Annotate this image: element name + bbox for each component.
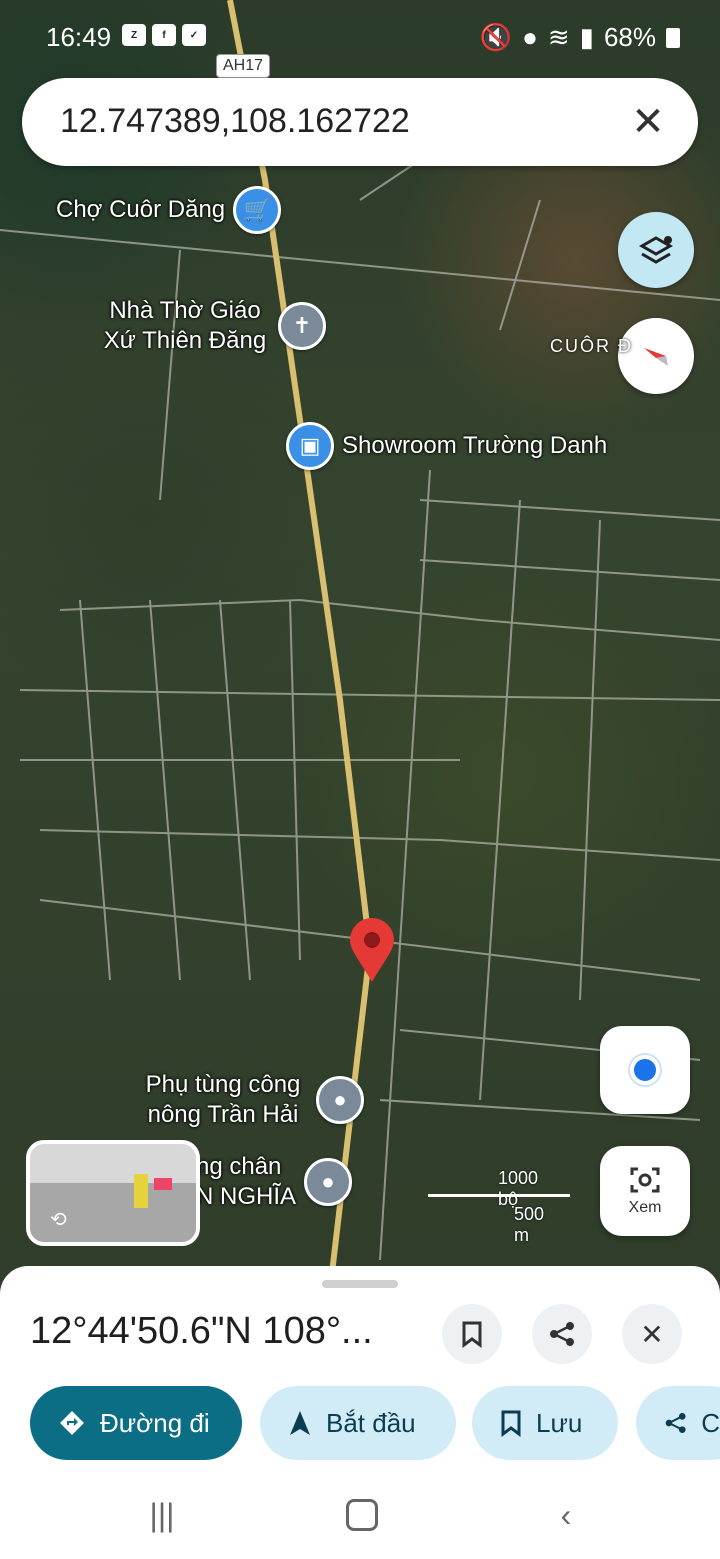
highway-shield: AH17 (216, 54, 271, 78)
mute-icon: 🔇 (479, 22, 513, 52)
cart-icon: 🛒 (233, 186, 282, 234)
layers-button[interactable] (618, 212, 694, 288)
save-button[interactable]: Lưu (472, 1386, 618, 1460)
my-location-icon (630, 1055, 660, 1085)
poi-nha-tho[interactable]: Nhà Thờ Giáo Xứ Thiên Đăng ✝ (100, 296, 326, 356)
home-icon (346, 1499, 378, 1531)
status-time: 16:49 (46, 22, 112, 52)
share-icon (550, 1322, 574, 1346)
location-icon: ● (522, 22, 538, 52)
poi-label: Nhà Thờ Giáo Xứ Thiên Đăng (103, 297, 267, 354)
close-icon: ✕ (640, 1318, 664, 1350)
battery-icon (666, 27, 680, 48)
share-chip[interactable]: C (636, 1386, 720, 1460)
notification-icons: Z f ✓ (122, 24, 206, 46)
scale-line (428, 1194, 570, 1197)
thumbnail-door (134, 1174, 148, 1208)
share-label: C (701, 1407, 720, 1438)
scale-metric: 500 m (514, 1204, 545, 1245)
dropped-pin-icon[interactable] (348, 918, 396, 989)
recent-apps-button[interactable]: ||| (132, 1492, 192, 1538)
start-button[interactable]: Bắt đầu (260, 1386, 456, 1460)
system-nav-bar: ||| ‹ (0, 1470, 720, 1559)
close-sheet-button[interactable]: ✕ (622, 1304, 682, 1364)
system-icons: 🔇 ● ≋ ▮ 68% (480, 22, 680, 53)
directions-label: Đường đi (100, 1407, 210, 1438)
search-input[interactable]: 12.747389,108.162722 (60, 102, 410, 141)
camera-icon (630, 1167, 660, 1193)
poi-showroom[interactable]: ▣ Showroom Trường Danh (286, 422, 607, 470)
share-button[interactable] (532, 1304, 592, 1364)
bookmark-icon (462, 1321, 482, 1348)
lens-label: Xem (628, 1199, 662, 1216)
poi-phu-tung[interactable]: Phụ tùng công nông Trần Hải ● (138, 1070, 364, 1130)
check-icon: ✓ (182, 24, 206, 46)
start-label: Bắt đầu (326, 1407, 416, 1438)
compass-icon (644, 348, 668, 366)
lens-button[interactable]: Xem (600, 1146, 690, 1236)
directions-button[interactable]: Đường đi (30, 1386, 242, 1460)
navigation-arrow-icon (290, 1411, 310, 1435)
map-canvas[interactable]: 16:49 Z f ✓ 🔇 ● ≋ ▮ 68% AH17 12.747389,1… (0, 0, 720, 1290)
poi-nghia[interactable]: ng chân N NGHĨA ● (196, 1152, 352, 1212)
back-icon: ‹ (560, 1496, 572, 1533)
drag-handle[interactable] (322, 1280, 398, 1288)
home-button[interactable] (332, 1492, 392, 1538)
zalo-icon: Z (122, 24, 146, 46)
share-icon (665, 1413, 686, 1433)
area-label: CUÔR Đ (550, 336, 633, 356)
close-icon[interactable]: ✕ (622, 96, 674, 148)
place-icon: ● (316, 1076, 364, 1124)
bookmark-button[interactable] (442, 1304, 502, 1364)
wifi-icon: ≋ (547, 22, 570, 52)
search-bar[interactable]: 12.747389,108.162722 ✕ (22, 78, 698, 166)
battery-level: 68% (603, 22, 656, 52)
back-button[interactable]: ‹ (536, 1492, 596, 1538)
directions-icon (60, 1411, 84, 1435)
bookmark-icon (501, 1410, 521, 1437)
poi-cho-cuor-dang[interactable]: Chợ Cuôr Dăng 🛒 (56, 186, 282, 234)
signal-icon: ▮ (579, 22, 594, 52)
facebook-icon: f (152, 24, 176, 46)
my-location-button[interactable] (600, 1026, 690, 1114)
poi-label: ng chân N NGHĨA (196, 1153, 297, 1210)
poi-label: Showroom Trường Danh (342, 432, 608, 459)
poi-label: Phụ tùng công nông Trần Hải (145, 1071, 301, 1128)
shopping-bag-icon: ▣ (286, 422, 334, 470)
rotate-360-icon: ⟲ (50, 1209, 67, 1231)
place-icon: ● (304, 1158, 352, 1206)
street-view-thumbnail[interactable]: ⟲ (26, 1140, 200, 1246)
poi-label: Chợ Cuôr Dăng (56, 196, 226, 223)
save-label: Lưu (536, 1407, 583, 1438)
place-title: 12°44'50.6"N 108°... (30, 1310, 373, 1352)
layers-icon (638, 236, 674, 264)
status-bar: 16:49 Z f ✓ 🔇 ● ≋ ▮ 68% (0, 0, 720, 76)
church-icon: ✝ (278, 302, 326, 350)
thumbnail-sign (154, 1178, 172, 1190)
